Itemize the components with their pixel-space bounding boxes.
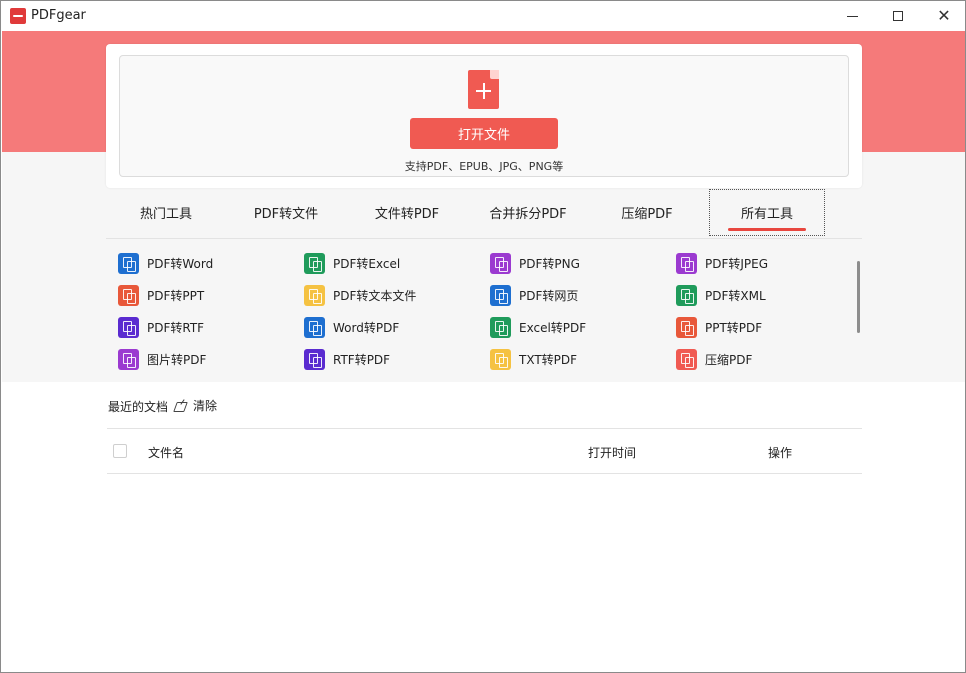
tool-label: PPT转PDF <box>705 320 763 335</box>
image-to-pdf-icon <box>118 348 139 370</box>
open-file-button[interactable]: 打开文件 <box>410 118 558 149</box>
tool-label: Excel转PDF <box>519 320 587 335</box>
tool-label: RTF转PDF <box>333 352 391 367</box>
tool-pdf-to-jpeg[interactable]: PDF转JPEG <box>676 251 768 275</box>
tool-excel-to-pdf[interactable]: Excel转PDF <box>490 315 586 339</box>
recent-documents-title: 最近的文档 <box>108 400 169 414</box>
column-open-time[interactable]: 打开时间 <box>588 444 636 461</box>
tool-pdf-to-html[interactable]: PDF转网页 <box>490 283 578 307</box>
excel-to-pdf-icon <box>490 316 511 338</box>
clear-recent-button[interactable]: 清除 <box>174 397 217 414</box>
tool-label: PDF转PPT <box>147 288 205 303</box>
tool-label: 压缩PDF <box>705 352 753 367</box>
pdf-to-rtf-icon <box>118 316 139 338</box>
tab-all-tools-label: 所有工具 <box>740 207 793 222</box>
minimize-icon <box>846 15 858 17</box>
tool-label: PDF转文本文件 <box>333 288 417 303</box>
tool-rtf-to-pdf[interactable]: RTF转PDF <box>304 347 390 371</box>
tool-tabs: 热门工具 PDF转文件 文件转PDF 合并拆分PDF 压缩PDF 所有工具 <box>106 189 862 239</box>
pdf-to-ppt-icon <box>118 284 139 306</box>
rtf-to-pdf-icon <box>304 348 325 370</box>
app-title: PDFgear <box>31 8 86 23</box>
supported-formats-text: 支持PDF、EPUB、JPG、PNG等 <box>404 160 564 173</box>
pdf-to-jpeg-icon <box>676 252 697 274</box>
pdf-to-xml-icon <box>676 284 697 306</box>
tools-scrollbar[interactable] <box>857 261 860 333</box>
tab-pdf-to-file[interactable]: PDF转文件 <box>226 189 346 236</box>
column-file-name[interactable]: 文件名 <box>148 444 184 461</box>
pdf-to-text-icon <box>304 284 325 306</box>
pdf-to-html-icon <box>490 284 511 306</box>
tool-word-to-pdf[interactable]: Word转PDF <box>304 315 399 339</box>
txt-to-pdf-icon <box>490 348 511 370</box>
add-file-icon[interactable] <box>468 70 499 109</box>
word-to-pdf-icon <box>304 316 325 338</box>
tool-label: PDF转PNG <box>519 256 580 271</box>
select-all-checkbox[interactable] <box>113 444 127 458</box>
app-window: PDFgear ✕ 打开文件 支持PDF、EPUB、JPG、PNG等 热门工具 … <box>0 0 966 673</box>
recent-table-header: 文件名 打开时间 操作 <box>107 428 862 474</box>
column-actions: 操作 <box>768 446 793 460</box>
tool-pdf-to-xml[interactable]: PDF转XML <box>676 283 766 307</box>
tool-label: PDF转网页 <box>519 288 579 303</box>
tool-pdf-to-word[interactable]: PDF转Word <box>118 251 213 275</box>
broom-icon <box>174 399 188 412</box>
tool-label: PDF转XML <box>705 288 766 303</box>
tool-pdf-to-rtf[interactable]: PDF转RTF <box>118 315 204 339</box>
close-button[interactable]: ✕ <box>921 1 965 31</box>
tool-pdf-to-ppt[interactable]: PDF转PPT <box>118 283 204 307</box>
title-bar: PDFgear ✕ <box>1 1 965 31</box>
tool-ppt-to-pdf[interactable]: PPT转PDF <box>676 315 762 339</box>
tab-popular-tools[interactable]: 热门工具 <box>106 189 226 236</box>
tool-compress-pdf[interactable]: 压缩PDF <box>676 347 752 371</box>
pdf-to-excel-icon <box>304 252 325 274</box>
tab-compress-pdf[interactable]: 压缩PDF <box>588 189 706 236</box>
tool-label: Word转PDF <box>333 320 400 335</box>
tool-pdf-to-excel[interactable]: PDF转Excel <box>304 251 400 275</box>
tool-label: PDF转Word <box>147 256 214 271</box>
pdf-to-png-icon <box>490 252 511 274</box>
compress-pdf-icon <box>676 348 697 370</box>
tool-label: PDF转JPEG <box>705 256 769 271</box>
tool-label: PDF转RTF <box>147 320 205 335</box>
tool-pdf-to-text[interactable]: PDF转文本文件 <box>304 283 416 307</box>
clear-label: 清除 <box>193 399 218 413</box>
minimize-button[interactable] <box>829 1 875 31</box>
tools-grid: PDF转Word PDF转Excel PDF转PNG PDF转JPEG PDF转… <box>106 245 856 375</box>
tool-image-to-pdf[interactable]: 图片转PDF <box>118 347 206 371</box>
tab-all-tools[interactable]: 所有工具 <box>709 189 825 236</box>
maximize-icon <box>893 11 903 21</box>
tool-label: TXT转PDF <box>519 352 578 367</box>
tool-label: PDF转Excel <box>333 256 401 271</box>
tool-txt-to-pdf[interactable]: TXT转PDF <box>490 347 577 371</box>
close-icon: ✕ <box>937 6 951 25</box>
tab-file-to-pdf[interactable]: 文件转PDF <box>346 189 468 236</box>
pdf-to-word-icon <box>118 252 139 274</box>
tool-label: 图片转PDF <box>147 352 207 367</box>
tool-pdf-to-png[interactable]: PDF转PNG <box>490 251 580 275</box>
maximize-button[interactable] <box>875 1 921 31</box>
ppt-to-pdf-icon <box>676 316 697 338</box>
tab-merge-split-pdf[interactable]: 合并拆分PDF <box>468 189 588 236</box>
active-tab-indicator <box>728 228 806 231</box>
pdfgear-logo-icon <box>10 8 26 24</box>
